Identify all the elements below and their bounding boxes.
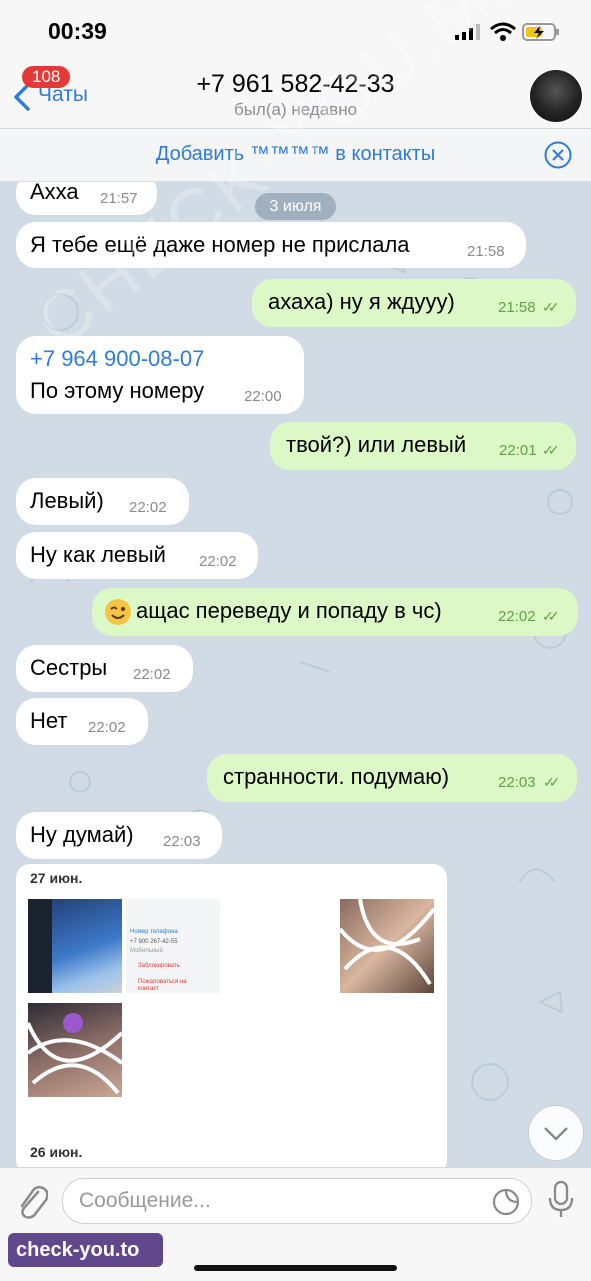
shared-media-message[interactable]: 27 июн. Номер телефона +7 900 267-42-55 … <box>16 864 447 1167</box>
message-text: Нет <box>30 708 68 733</box>
message-text: Ну как левый <box>30 542 166 567</box>
scribble-redaction <box>28 1013 122 1095</box>
thumb-block: Заблокировать <box>138 963 180 969</box>
wink-emoji-icon <box>105 599 131 625</box>
contact-avatar[interactable] <box>530 70 582 122</box>
message-text: Левый) <box>30 488 104 513</box>
message-time: 22:02 <box>88 719 126 736</box>
scribble-redaction <box>236 918 330 981</box>
message-time: 21:58 <box>498 299 536 316</box>
message-time: 22:02 <box>133 666 171 683</box>
message-time: 21:58 <box>467 243 505 260</box>
message-time: 22:00 <box>244 388 282 405</box>
clock: 00:39 <box>48 18 107 44</box>
microphone-icon[interactable] <box>547 1180 575 1220</box>
close-icon[interactable] <box>543 140 573 170</box>
media-date-header: 27 июн. <box>30 870 83 886</box>
message-time: 21:57 <box>100 190 138 207</box>
photo-thumbnail[interactable] <box>236 899 330 993</box>
message-text: ахаха) ну я ждууу) <box>268 289 455 314</box>
message-text: ащас переведу и попаду в чс) <box>136 598 442 623</box>
photo-thumbnail[interactable] <box>340 899 434 993</box>
media-date-header: 26 июн. <box>30 1144 83 1160</box>
incoming-message[interactable]: Ну думай) 22:03 <box>16 812 222 859</box>
read-checkmarks-icon: ✓✓ <box>542 608 560 624</box>
chevron-down-icon <box>544 1127 568 1141</box>
thumb-report2: контакт <box>138 986 159 992</box>
thumb-label: Номер телефона <box>130 929 178 935</box>
message-input[interactable]: Сообщение... <box>62 1178 532 1224</box>
read-checkmarks-icon: ✓✓ <box>542 299 560 315</box>
message-time: 22:03 <box>163 833 201 850</box>
message-text: твой?) или левый <box>286 432 467 457</box>
incoming-message[interactable]: Левый) 22:02 <box>16 478 189 525</box>
message-time: 22:02 <box>129 499 167 516</box>
thumb-report: Пожаловаться на <box>138 979 187 985</box>
scroll-to-bottom-button[interactable] <box>528 1105 584 1161</box>
message-text: Ахха <box>30 182 79 204</box>
phone-number-link[interactable]: +7 964 900-08-07 <box>30 346 204 372</box>
paperclip-icon[interactable] <box>14 1182 48 1222</box>
message-text: Сестры <box>30 655 108 680</box>
message-time: 22:03 <box>498 774 536 791</box>
message-text: По этому номеру <box>30 378 205 403</box>
photo-thumbnail[interactable] <box>28 899 122 993</box>
message-text: Ну думай) <box>30 822 134 847</box>
message-time: 22:02 <box>199 553 237 570</box>
outgoing-message[interactable]: ащас переведу и попаду в чс) 22:02 ✓✓ <box>92 588 578 636</box>
thumb-number: +7 900 267-42-55 <box>130 939 178 945</box>
outgoing-message[interactable]: странности. подумаю) 22:03 ✓✓ <box>207 754 577 802</box>
message-placeholder: Сообщение... <box>79 1189 211 1212</box>
sticker-icon[interactable] <box>491 1187 521 1217</box>
home-indicator <box>194 1265 397 1271</box>
watermark-text: check-you.to <box>16 1239 140 1261</box>
scribble-redaction <box>340 899 434 986</box>
outgoing-message[interactable]: ахаха) ну я ждууу) 21:58 ✓✓ <box>252 279 576 327</box>
incoming-message[interactable]: Ну как левый 22:02 <box>16 532 258 579</box>
read-checkmarks-icon: ✓✓ <box>543 774 561 790</box>
message-text: странности. подумаю) <box>223 764 450 789</box>
message-time: 22:02 <box>498 608 536 625</box>
incoming-message[interactable]: Нет 22:02 <box>16 698 148 745</box>
read-checkmarks-icon: ✓✓ <box>542 442 560 458</box>
battery-icon <box>522 23 559 41</box>
photo-thumbnail[interactable] <box>28 1003 122 1097</box>
outgoing-message[interactable]: твой?) или левый 22:01 ✓✓ <box>270 422 576 470</box>
incoming-message[interactable]: Сестры 22:02 <box>16 645 193 692</box>
message-time: 22:01 <box>499 442 537 459</box>
screenshot-thumbnail[interactable]: Номер телефона +7 900 267-42-55 Мобильны… <box>126 899 220 993</box>
thumb-mobile: Мобильный <box>130 948 163 954</box>
